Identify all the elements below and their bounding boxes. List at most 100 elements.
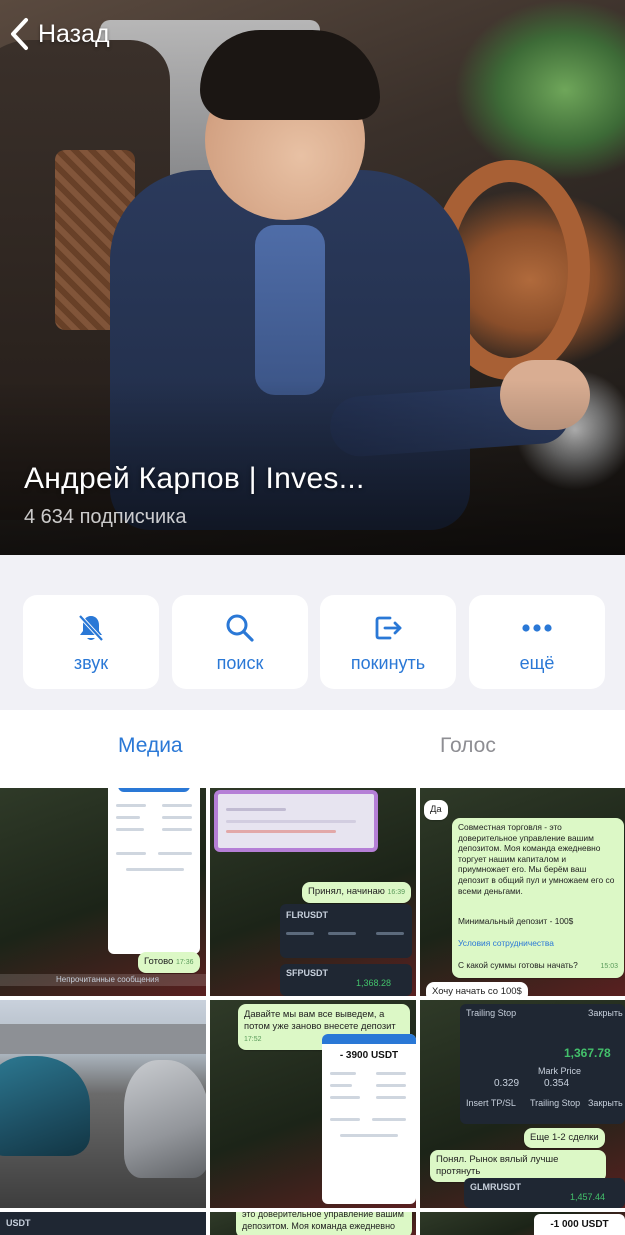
back-button[interactable]: Назад xyxy=(8,14,110,54)
message-text: Еще 1-2 сделки xyxy=(530,1132,599,1143)
trade-card: Trailing Stop Закрыть с 1,367.78 Mark Pr… xyxy=(460,1004,625,1124)
withdraw-line xyxy=(340,1134,398,1137)
trailing-stop-button: Trailing Stop xyxy=(466,1008,517,1018)
entry-value: 0.329 xyxy=(494,1078,520,1089)
trade-pair: SFPUSDT xyxy=(286,968,329,978)
tab-media[interactable]: Медиа xyxy=(118,734,183,758)
message-bubble: Готово 17:36 xyxy=(138,952,200,973)
withdraw-card: -1 000 USDT xyxy=(534,1214,625,1235)
unread-label: Непрочитанные сообщения xyxy=(56,975,159,984)
message-time: 16:39 xyxy=(387,889,406,896)
tp-sl-button: Insert TP/SL xyxy=(466,1098,516,1108)
trade-pnl: 1,368.28 xyxy=(356,978,392,988)
media-thumbnail[interactable]: Принял, начинаю 16:39 FLRUSDT SFPUSDT 1,… xyxy=(210,788,416,996)
question-text: С какой суммы готовы начать? xyxy=(458,960,578,970)
bell-muted-icon xyxy=(74,611,108,645)
message-time: 17:36 xyxy=(175,959,194,966)
media-thumbnail[interactable]: это доверительное управление вашим депоз… xyxy=(210,1212,416,1235)
car-blue xyxy=(0,1056,90,1156)
withdraw-card: - 3900 USDT xyxy=(322,1034,416,1204)
trailing-stop-button: Trailing Stop xyxy=(530,1098,581,1108)
withdraw-amount: - 3900 USDT xyxy=(339,1050,399,1061)
trade-card: SFPUSDT 1,368.28 xyxy=(280,964,412,996)
screenshot-line xyxy=(226,830,336,833)
message-text: Понял. Рынок вялый лучше протянуть xyxy=(436,1154,559,1177)
fence xyxy=(0,1024,206,1054)
message-time: 17:52 xyxy=(244,1036,262,1043)
trade-pair: FLRUSDT xyxy=(286,910,328,920)
trade-line xyxy=(376,932,404,935)
screenshot-line xyxy=(226,820,356,823)
trade-pair: USDT xyxy=(6,1218,31,1228)
receipt-line xyxy=(126,868,184,871)
media-grid: Готово 17:36 Непрочитанные сообщения При… xyxy=(0,788,625,1235)
trade-pnl: 1,457.44 xyxy=(570,1192,606,1202)
more-dots-icon xyxy=(520,611,554,645)
message-bubble: Да xyxy=(424,800,448,820)
mute-button[interactable]: звук xyxy=(23,595,159,689)
media-thumbnail[interactable] xyxy=(0,1000,206,1208)
receipt-line xyxy=(116,828,144,831)
message-text: Да xyxy=(430,804,442,815)
back-label: Назад xyxy=(38,19,110,48)
withdraw-line xyxy=(376,1072,406,1075)
channel-actions: звук поиск покинуть ещё xyxy=(0,555,625,710)
mark-price-label: Mark Price xyxy=(538,1066,582,1076)
message-text: Хочу начать со 100$ xyxy=(432,986,522,996)
message-time: 15:03 xyxy=(600,963,618,970)
screenshot-line xyxy=(226,808,286,811)
trade-card: GLMRUSDT 1,457.44 xyxy=(464,1178,625,1208)
receipt-line xyxy=(162,828,192,831)
media-thumbnail[interactable]: Trailing Stop Закрыть с 1,367.78 Mark Pr… xyxy=(420,1000,625,1208)
message-bubble: Принял, начинаю 16:39 xyxy=(302,882,412,903)
withdraw-line xyxy=(376,1084,406,1087)
search-label: поиск xyxy=(216,652,264,673)
screenshot-card xyxy=(214,790,378,852)
more-label: ещё xyxy=(519,652,555,673)
withdraw-line xyxy=(330,1084,352,1087)
trade-line xyxy=(286,932,314,935)
media-thumbnail[interactable]: Готово 17:36 Непрочитанные сообщения xyxy=(0,788,206,996)
mute-label: звук xyxy=(73,652,109,673)
message-bubble: Хочу начать со 100$ xyxy=(426,982,528,996)
subscriber-count: 4 634 подписчика xyxy=(24,506,187,528)
tab-voice[interactable]: Голос xyxy=(440,734,496,758)
close-button: Закрыть с xyxy=(588,1098,625,1108)
message-text: это доверительное управление вашим депоз… xyxy=(242,1212,404,1231)
person-shirt xyxy=(255,225,325,395)
receipt-line xyxy=(162,816,192,819)
offer-bubble: Совместная торговля - это доверительное … xyxy=(452,818,624,978)
withdraw-line xyxy=(372,1118,406,1121)
trade-pnl: 1,367.78 xyxy=(564,1046,611,1060)
leave-label: покинуть xyxy=(350,652,426,673)
chevron-left-icon xyxy=(11,18,28,50)
media-thumbnail[interactable]: -1 000 USDT xyxy=(420,1212,625,1235)
channel-title: Андрей Карпов | Inves... xyxy=(24,462,365,495)
withdraw-header xyxy=(322,1034,416,1044)
message-text: Принял, начинаю xyxy=(308,886,385,897)
media-thumbnail[interactable]: Давайте мы вам все выведем, а потом уже … xyxy=(210,1000,416,1208)
person-hair xyxy=(200,30,380,120)
offer-text: Совместная торговля - это доверительное … xyxy=(458,822,615,896)
receipt-line xyxy=(162,804,192,807)
receipt-line xyxy=(116,816,140,819)
terms-link: Условия сотрудничества xyxy=(458,938,554,948)
search-button[interactable]: поиск xyxy=(172,595,308,689)
media-tabs: Медиа Голос xyxy=(0,710,625,788)
message-bubble: это доверительное управление вашим депоз… xyxy=(236,1212,412,1235)
receipt-line xyxy=(158,852,192,855)
trade-card: FLRUSDT xyxy=(280,904,412,958)
trade-line xyxy=(328,932,356,935)
min-deposit-text: Минимальный депозит - 100$ xyxy=(458,916,574,926)
receipt-line xyxy=(116,852,146,855)
leave-icon xyxy=(371,611,405,645)
media-thumbnail[interactable]: USDT xyxy=(0,1212,206,1235)
media-thumbnail[interactable]: Да Совместная торговля - это доверительн… xyxy=(420,788,625,996)
withdraw-line xyxy=(376,1096,406,1099)
message-text: Давайте мы вам все выведем, а потом уже … xyxy=(244,1008,396,1031)
more-button[interactable]: ещё xyxy=(469,595,605,689)
leave-button[interactable]: покинуть xyxy=(320,595,456,689)
car-silver xyxy=(124,1060,206,1178)
receipt-card xyxy=(108,788,200,954)
mark-value: 0.354 xyxy=(544,1078,570,1089)
